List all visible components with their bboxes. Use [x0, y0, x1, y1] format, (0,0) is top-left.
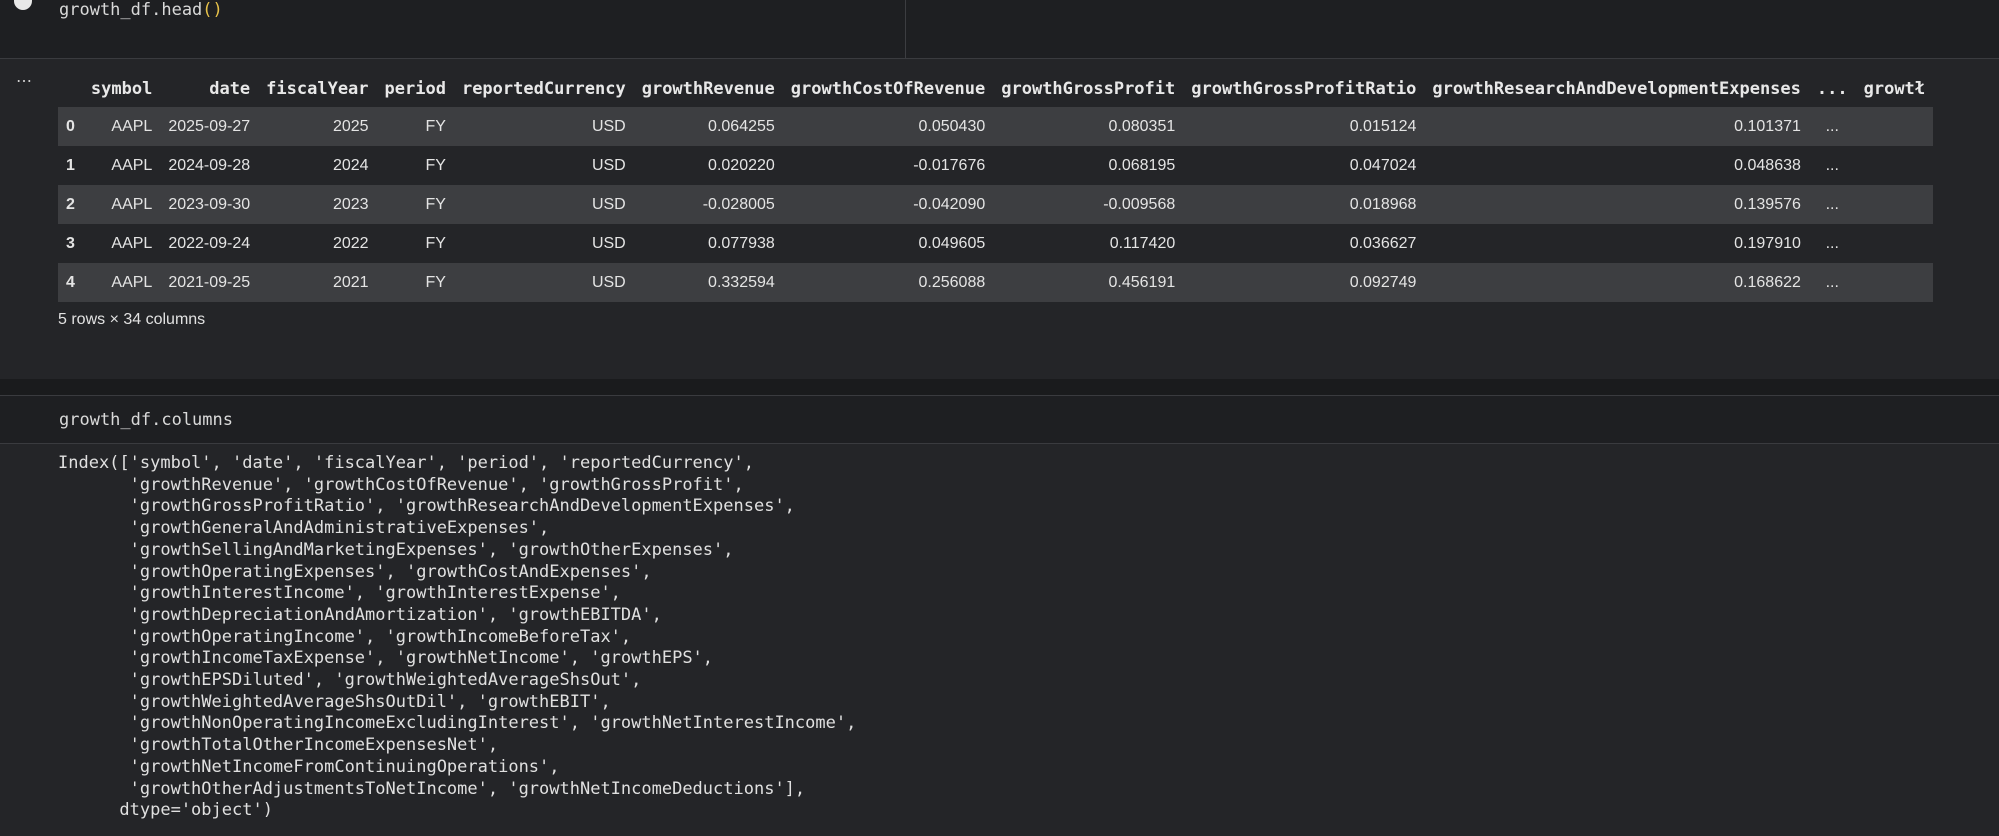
- table-cell: FY: [376, 185, 454, 224]
- table-cell: 0.049605: [782, 224, 994, 263]
- table-cell: 0.064255: [633, 107, 783, 146]
- table-cell: [1855, 146, 1934, 185]
- table-cell: 2022-09-24: [160, 224, 259, 263]
- table-cell: 0.068195: [993, 146, 1184, 185]
- table-cell: 2025-09-27: [160, 107, 259, 146]
- table-cell: USD: [453, 224, 634, 263]
- table-cell: 0.256088: [782, 263, 994, 302]
- row-index: 4: [58, 263, 83, 302]
- code-cell-1[interactable]: growth_df.head(): [0, 0, 1999, 58]
- row-index: 2: [58, 185, 83, 224]
- table-cell: 0.197910: [1424, 224, 1809, 263]
- code-paren: (): [202, 0, 223, 20]
- dataframe-table: symbol date fiscalYear period reportedCurren…: [58, 71, 1934, 302]
- table-cell: ...: [1808, 107, 1856, 146]
- column-header: ...: [1816, 79, 1848, 99]
- table-cell: -0.028005: [633, 185, 783, 224]
- table-cell: 2025: [258, 107, 377, 146]
- code-editor-1[interactable]: growth_df.head(): [59, 0, 223, 20]
- table-cell: 0.101371: [1424, 107, 1809, 146]
- table-cell: 0.077938: [633, 224, 783, 263]
- code-text: growth_df.head: [59, 0, 203, 20]
- row-index: 1: [58, 146, 83, 185]
- column-header: reportedCurrency: [461, 79, 626, 99]
- table-cell: FY: [376, 224, 454, 263]
- table-cell: [1855, 224, 1934, 263]
- table-cell: 0.456191: [993, 263, 1184, 302]
- table-cell: 0.036627: [1183, 224, 1425, 263]
- table-cell: -0.009568: [993, 185, 1184, 224]
- table-cell: 0.048638: [1424, 146, 1809, 185]
- table-row: 0 AAPL 2025-09-27 2025 FY USD 0.064255 0.050430…: [58, 107, 1934, 146]
- table-cell: ...: [1808, 146, 1856, 185]
- table-row: 3 AAPL 2022-09-24 2022 FY USD 0.077938 0.049605…: [58, 224, 1934, 263]
- table-cell: -0.042090: [782, 185, 994, 224]
- run-status-icon[interactable]: [14, 0, 32, 10]
- code-editor-2[interactable]: growth_df.columns: [59, 410, 233, 430]
- table-cell: AAPL: [82, 224, 161, 263]
- table-row: 1 AAPL 2024-09-28 2024 FY USD 0.020220 -0.01767…: [58, 146, 1934, 185]
- table-cell: USD: [453, 185, 634, 224]
- column-header: growthCostOfRevenue: [790, 79, 986, 99]
- column-header: date: [209, 79, 251, 99]
- column-header: growthGrossProfit: [1001, 79, 1176, 99]
- column-header: growthRevenue: [641, 79, 775, 99]
- table-cell: 0.080351: [993, 107, 1184, 146]
- column-header: fiscalYear: [266, 79, 369, 99]
- table-cell: AAPL: [82, 107, 161, 146]
- column-header: growthGrossProfitRatio: [1191, 79, 1417, 99]
- table-cell: 0.139576: [1424, 185, 1809, 224]
- output-area-2: Index(['symbol', 'date', 'fiscalYear', '…: [0, 443, 1999, 836]
- table-cell: FY: [376, 146, 454, 185]
- table-cell: AAPL: [82, 263, 161, 302]
- table-cell: [1855, 107, 1934, 146]
- output-menu-icon[interactable]: …: [16, 67, 33, 86]
- table-cell: 2024-09-28: [160, 146, 259, 185]
- table-cell: 2021: [258, 263, 377, 302]
- index-header: [58, 71, 83, 107]
- table-cell: FY: [376, 263, 454, 302]
- output-area-1: … symbol date fiscalYear period reportedCurr…: [0, 58, 1999, 379]
- table-cell: 2024: [258, 146, 377, 185]
- table-cell: ...: [1808, 224, 1856, 263]
- table-cell: [1855, 263, 1934, 302]
- table-cell: 0.018968: [1183, 185, 1425, 224]
- divider: [905, 0, 906, 58]
- cell-gap: [0, 379, 1999, 395]
- table-cell: 0.117420: [993, 224, 1184, 263]
- table-cell: AAPL: [82, 185, 161, 224]
- table-cell: ...: [1808, 263, 1856, 302]
- table-cell: USD: [453, 263, 634, 302]
- table-cell: 2023: [258, 185, 377, 224]
- table-cell: AAPL: [82, 146, 161, 185]
- column-header: growtł: [1863, 79, 1926, 99]
- table-cell: 2023-09-30: [160, 185, 259, 224]
- table-cell: USD: [453, 146, 634, 185]
- table-cell: 0.168622: [1424, 263, 1809, 302]
- table-cell: 0.047024: [1183, 146, 1425, 185]
- table-cell: 0.015124: [1183, 107, 1425, 146]
- row-index: 3: [58, 224, 83, 263]
- columns-output-text: Index(['symbol', 'date', 'fiscalYear', '…: [58, 453, 857, 821]
- table-row: 4 AAPL 2021-09-25 2021 FY USD 0.332594 0.256088…: [58, 263, 1934, 302]
- table-cell: 0.050430: [782, 107, 994, 146]
- table-cell: -0.017676: [782, 146, 994, 185]
- table-cell: FY: [376, 107, 454, 146]
- table-cell: [1855, 185, 1934, 224]
- table-cell: USD: [453, 107, 634, 146]
- dataframe-shape-note: 5 rows × 34 columns: [58, 311, 206, 328]
- table-row: 2 AAPL 2023-09-30 2023 FY USD -0.028005 -0.0420…: [58, 185, 1934, 224]
- row-index: 0: [58, 107, 83, 146]
- column-header: symbol: [90, 79, 153, 99]
- table-cell: 2022: [258, 224, 377, 263]
- code-cell-2[interactable]: growth_df.columns: [0, 395, 1999, 444]
- column-header: period: [384, 79, 446, 99]
- table-cell: 2021-09-25: [160, 263, 259, 302]
- table-cell: ...: [1808, 185, 1856, 224]
- table-header-row: symbol date fiscalYear period reportedCurren…: [58, 71, 1933, 107]
- column-header: growthResearchAndDevelopmentExpenses: [1432, 79, 1801, 99]
- table-cell: 0.092749: [1183, 263, 1425, 302]
- table-cell: 0.020220: [633, 146, 783, 185]
- table-cell: 0.332594: [633, 263, 783, 302]
